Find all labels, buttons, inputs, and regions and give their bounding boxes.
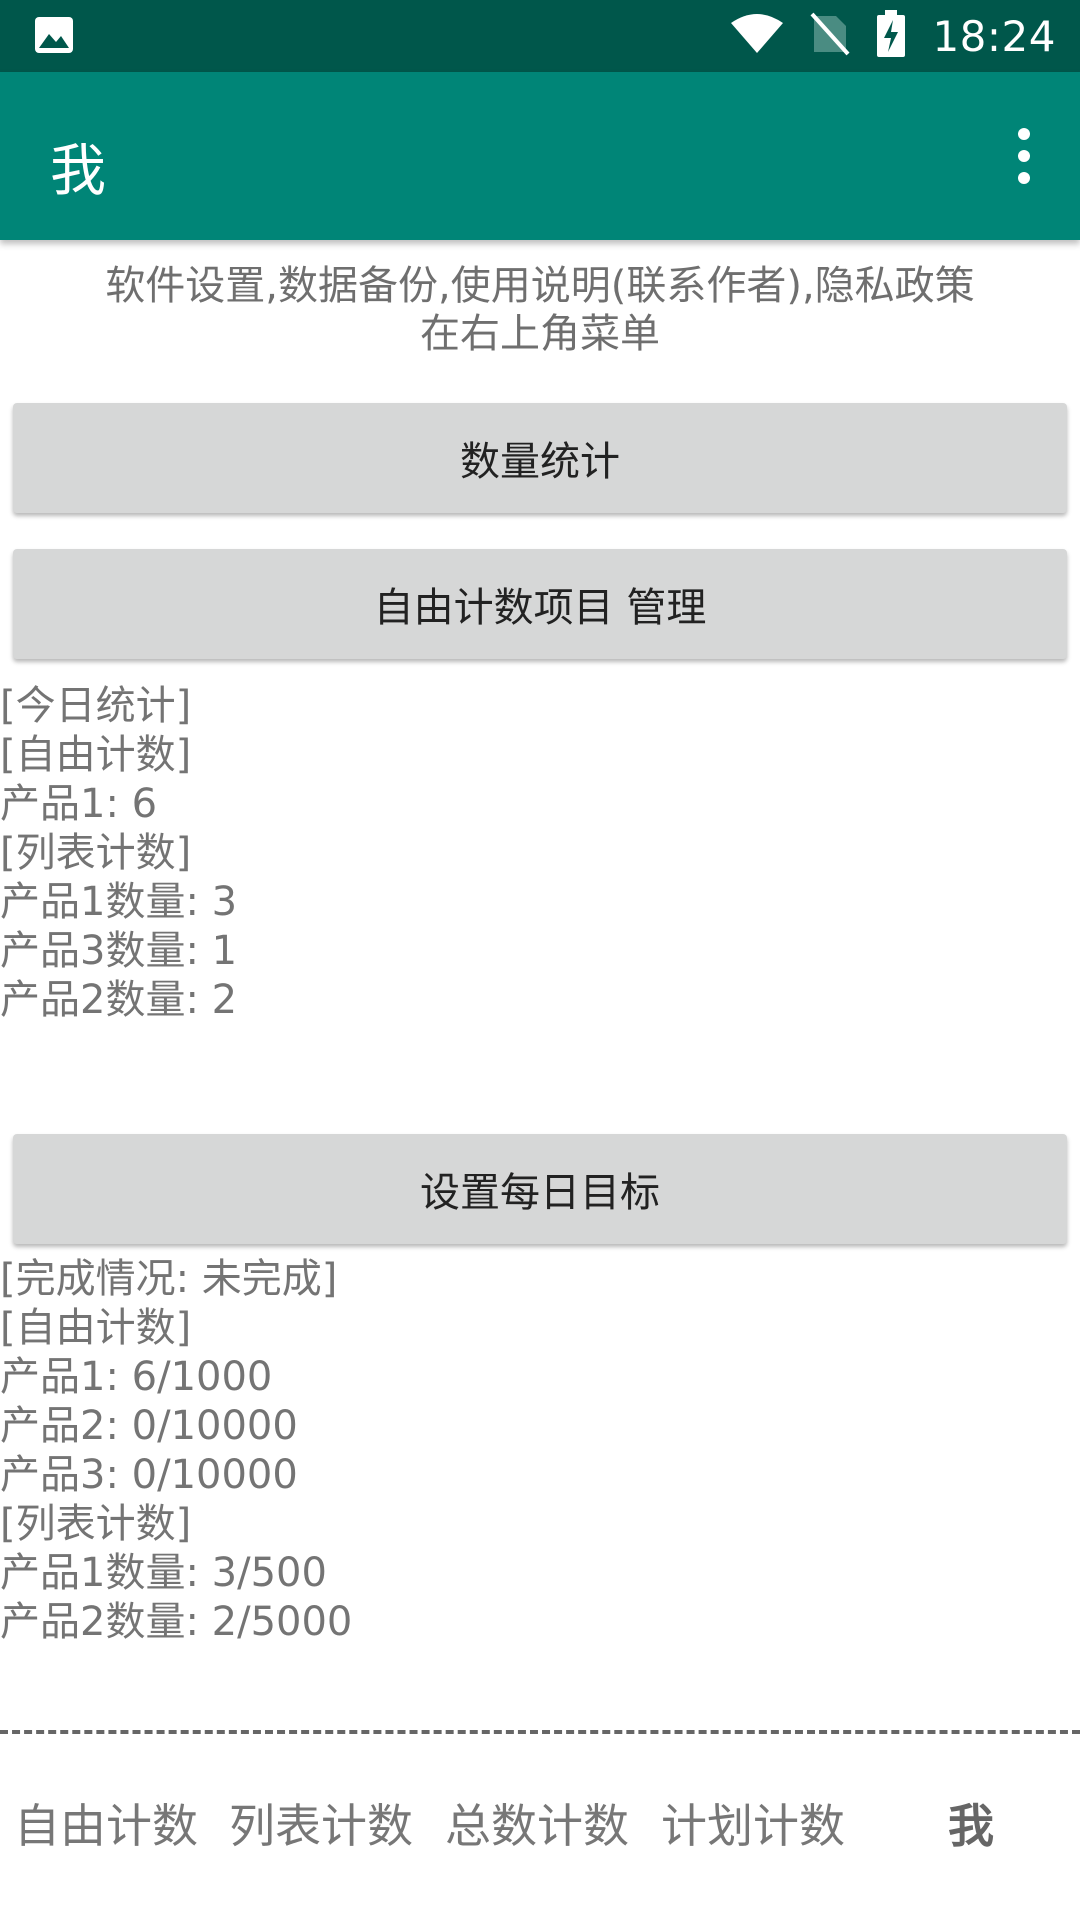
app-bar: 我 (0, 72, 1080, 240)
completion-line: 产品2数量: 2/5000 (0, 1599, 353, 1645)
image-icon (34, 16, 74, 58)
completion-line: [完成情况: 未完成] (0, 1256, 338, 1302)
battery-charging-icon (876, 10, 906, 62)
page-title: 我 (50, 139, 106, 204)
stats-line: 产品3数量: 1 (0, 928, 238, 974)
stats-line: [自由计数] (0, 732, 192, 778)
no-sim-icon (810, 12, 850, 60)
wifi-icon (730, 13, 784, 59)
completion-line: 产品1: 6/1000 (0, 1354, 273, 1400)
stats-line: 产品1: 6 (0, 781, 158, 827)
completion-line: 产品1数量: 3/500 (0, 1550, 327, 1596)
menu-hint-line1: 软件设置,数据备份,使用说明(联系作者),隐私政策 (105, 263, 975, 309)
nav-plan-count[interactable]: 计划计数 (661, 1790, 845, 1856)
set-daily-goal-button[interactable]: 设置每日目标 (13, 1134, 1067, 1244)
nav-me[interactable]: 我 (948, 1790, 994, 1856)
stats-line: [列表计数] (0, 830, 192, 876)
completion-status: [完成情况: 未完成] [自由计数] 产品1: 6/1000 产品2: 0/10… (0, 1255, 1080, 1647)
today-stats: [今日统计] [自由计数] 产品1: 6 [列表计数] 产品1数量: 3 产品3… (0, 682, 1080, 1025)
status-time: 18:24 (932, 11, 1056, 61)
nav-list-count[interactable]: 列表计数 (229, 1790, 413, 1856)
quantity-stats-button[interactable]: 数量统计 (13, 403, 1067, 513)
completion-line: [列表计数] (0, 1501, 192, 1547)
stats-line: [今日统计] (0, 683, 192, 729)
nav-free-count[interactable]: 自由计数 (14, 1790, 198, 1856)
bottom-nav: 自由计数 列表计数 总数计数 计划计数 我 (0, 1790, 1080, 1870)
completion-line: 产品3: 0/10000 (0, 1452, 298, 1498)
completion-line: [自由计数] (0, 1305, 192, 1351)
stats-line: 产品2数量: 2 (0, 977, 238, 1023)
status-bar: 18:24 (0, 0, 1080, 72)
overflow-menu-icon[interactable] (992, 116, 1056, 196)
divider (0, 1730, 1080, 1734)
nav-total-count[interactable]: 总数计数 (445, 1790, 629, 1856)
completion-line: 产品2: 0/10000 (0, 1403, 298, 1449)
stats-line: 产品1数量: 3 (0, 879, 238, 925)
menu-hint-line2: 在右上角菜单 (420, 311, 660, 357)
menu-hint: 软件设置,数据备份,使用说明(联系作者),隐私政策 在右上角菜单 (0, 262, 1080, 358)
manage-free-count-items-button[interactable]: 自由计数项目 管理 (13, 549, 1067, 659)
